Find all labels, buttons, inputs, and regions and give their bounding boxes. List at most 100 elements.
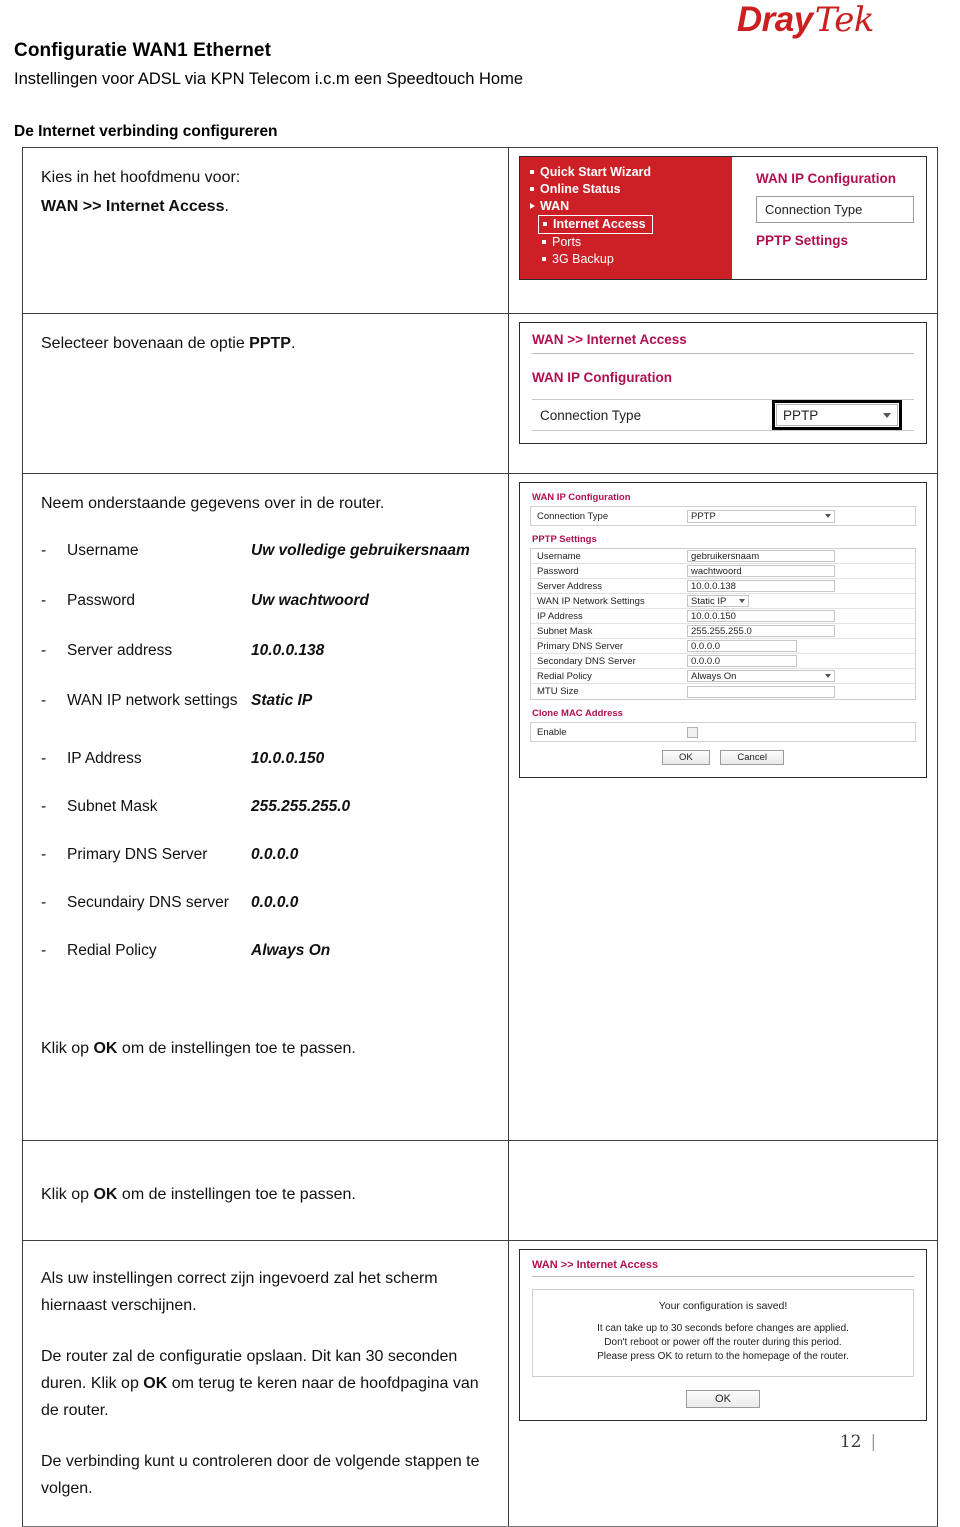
list-item: - Primary DNS Server 0.0.0.0 <box>41 843 490 867</box>
setting-value: 10.0.0.150 <box>251 750 325 767</box>
connection-type-row: Connection Type PPTP <box>532 399 914 431</box>
connection-type-select[interactable]: PPTP <box>687 509 835 523</box>
sidebar-item-internet-access[interactable]: Internet Access <box>538 215 653 234</box>
sidebar-item-online-status[interactable]: Online Status <box>526 181 732 198</box>
breadcrumb: WAN >> Internet Access <box>532 332 914 354</box>
setting-term: WAN IP network settings <box>67 692 238 709</box>
breadcrumb: WAN >> Internet Access <box>532 1259 914 1277</box>
table-row: Kies in het hoofdmenu voor: WAN >> Inter… <box>23 148 937 314</box>
saved-message-panel: Your configuration is saved! It can take… <box>532 1289 914 1377</box>
table-row: Server Address 10.0.0.138 <box>531 579 915 594</box>
setting-term: Primary DNS Server <box>67 846 208 863</box>
selection-highlight-box: PPTP <box>772 400 902 430</box>
ok-button[interactable]: OK <box>662 750 710 765</box>
step4-screenshot-cell: WAN >> Internet Access Your configuratio… <box>509 1241 937 1526</box>
chevron-down-icon <box>825 674 831 678</box>
page-footer: 12 | <box>0 1432 960 1452</box>
klik-op-ok-line: Klik op OK om de instellingen toe te pas… <box>41 1181 490 1208</box>
sidebar-item-wan[interactable]: WAN <box>526 198 732 215</box>
table-row: Enable <box>531 723 915 741</box>
saved-headline: Your configuration is saved! <box>658 1300 788 1312</box>
server-address-input[interactable]: 10.0.0.138 <box>687 580 835 592</box>
connection-type-label: Connection Type <box>537 510 609 522</box>
list-item: - Server address 10.0.0.138 <box>41 639 490 663</box>
field-label-ip-address: IP Address <box>537 610 583 622</box>
list-item: - Subnet Mask 255.255.255.0 <box>41 795 490 819</box>
router-config-pane: WAN IP Configuration Connection Type PPT… <box>732 157 926 279</box>
sidebar-item-ports[interactable]: Ports <box>526 234 732 251</box>
step3-screenshot-cell: WAN IP Configuration Connection Type PPT… <box>509 474 937 1140</box>
setting-value: Uw volledige gebruikersnaam <box>251 542 470 559</box>
table-row: Connection Type PPTP <box>531 507 915 525</box>
enable-label: Enable <box>537 726 567 738</box>
page-subtitle: Instellingen voor ADSL via KPN Telecom i… <box>14 70 524 88</box>
wan-ip-configuration-heading: WAN IP Configuration <box>532 370 672 385</box>
secondary-dns-input[interactable]: 0.0.0.0 <box>687 655 797 667</box>
ip-address-input[interactable]: 10.0.0.150 <box>687 610 835 622</box>
chevron-down-icon <box>825 514 831 518</box>
connection-type-row[interactable]: Connection Type <box>756 196 914 223</box>
table-row: MTU Size <box>531 684 915 699</box>
cancel-button[interactable]: Cancel <box>720 750 784 765</box>
square-bullet-icon <box>530 186 534 191</box>
router-menu-screenshot: Quick Start Wizard Online Status WAN Int… <box>519 156 927 280</box>
logo-text-tek: Tek <box>814 0 875 40</box>
setting-term: Subnet Mask <box>67 798 158 815</box>
sidebar-item-label: Quick Start Wizard <box>540 165 652 179</box>
step3-text-cell: Neem onderstaande gegevens over in de ro… <box>23 474 509 1140</box>
step3-outro-ok: OK <box>93 1040 118 1057</box>
password-input[interactable]: wachtwoord <box>687 565 835 577</box>
list-dash: - <box>41 642 47 659</box>
step3-outro: Klik op OK om de instellingen toe te pas… <box>41 1035 490 1062</box>
primary-dns-input[interactable]: 0.0.0.0 <box>687 640 797 652</box>
step4-p2-ok: OK <box>143 1375 168 1392</box>
configuration-saved-screenshot: WAN >> Internet Access Your configuratio… <box>519 1249 927 1421</box>
redial-policy-select[interactable]: Always On <box>687 670 835 682</box>
list-item: - Redial Policy Always On <box>41 939 490 963</box>
wan-ip-network-settings-select[interactable]: Static IP <box>687 595 749 607</box>
mtu-size-input[interactable] <box>687 685 835 698</box>
table-row: Als uw instellingen correct zijn ingevoe… <box>23 1241 937 1526</box>
footer-divider-bar: | <box>870 1432 877 1452</box>
field-label-secondary-dns: Secondary DNS Server <box>537 655 636 667</box>
sidebar-item-quick-start-wizard[interactable]: Quick Start Wizard <box>526 164 732 181</box>
router-sidebar-menu: Quick Start Wizard Online Status WAN Int… <box>520 157 732 279</box>
settings-definition-list: - Username Uw volledige gebruikersnaam -… <box>41 539 490 963</box>
field-label-wan-ip-network-settings: WAN IP Network Settings <box>537 595 645 607</box>
sidebar-item-label: 3G Backup <box>552 252 614 266</box>
connection-type-select[interactable]: PPTP <box>776 404 898 426</box>
enable-checkbox[interactable] <box>687 726 698 738</box>
instruction-table: Kies in het hoofdmenu voor: WAN >> Inter… <box>22 147 938 1527</box>
square-bullet-icon <box>543 221 547 226</box>
pptp-selection-screenshot: WAN >> Internet Access WAN IP Configurat… <box>519 322 927 444</box>
setting-term: Password <box>67 592 136 609</box>
saved-actions: OK <box>532 1377 914 1408</box>
list-dash: - <box>41 846 47 863</box>
step1-period: . <box>224 198 229 215</box>
list-dash: - <box>41 942 47 959</box>
setting-value: 255.255.255.0 <box>251 798 351 815</box>
step1-text-cell: Kies in het hoofdmenu voor: WAN >> Inter… <box>23 148 509 313</box>
redial-policy-value: Always On <box>691 670 737 682</box>
step4-paragraph-2: De router zal de configuratie opslaan. D… <box>41 1343 490 1424</box>
ok-button[interactable]: OK <box>686 1390 760 1408</box>
step3-outro-suffix: om de instellingen toe te passen. <box>117 1040 356 1057</box>
table-row: Username gebruikersnaam <box>531 549 915 564</box>
triangle-right-icon <box>530 203 535 210</box>
draytek-logo: DrayTek <box>737 0 875 40</box>
list-item: - Username Uw volledige gebruikersnaam <box>41 539 490 563</box>
setting-term: Secundairy DNS server <box>67 894 229 911</box>
connection-type-value: PPTP <box>691 510 716 522</box>
step2-option: PPTP <box>249 335 291 352</box>
field-label-password: Password <box>537 565 579 577</box>
saved-line-3: Please press OK to return to the homepag… <box>597 1351 849 1362</box>
list-dash: - <box>41 542 47 559</box>
footer-inner: 12 | <box>840 1432 876 1452</box>
subnet-mask-input[interactable]: 255.255.255.0 <box>687 625 835 637</box>
setting-value: 10.0.0.138 <box>251 642 325 659</box>
square-bullet-icon <box>542 239 546 244</box>
username-input[interactable]: gebruikersnaam <box>687 550 835 562</box>
table-row: Neem onderstaande gegevens over in de ro… <box>23 474 937 1141</box>
sidebar-item-3g-backup[interactable]: 3G Backup <box>526 251 732 268</box>
list-dash: - <box>41 692 47 709</box>
